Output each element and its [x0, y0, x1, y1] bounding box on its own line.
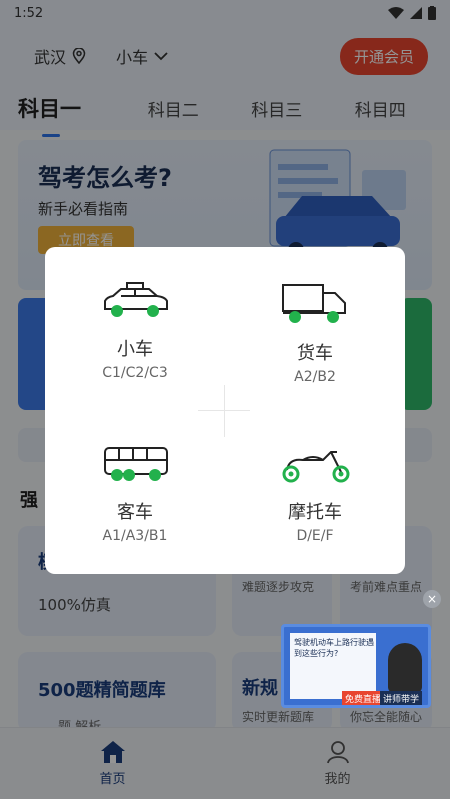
option-name: 摩托车: [288, 502, 342, 523]
option-code: D/E/F: [296, 528, 334, 544]
option-name: 客车: [117, 502, 153, 523]
ad-teacher-tag: 讲师带学: [380, 691, 423, 705]
motorcycle-icon: [282, 451, 350, 483]
option-truck[interactable]: 货车 A2/B2: [225, 247, 405, 410]
divider-vertical: [224, 385, 225, 437]
option-name: 货车: [297, 343, 333, 364]
bus-icon: [104, 447, 168, 481]
ad-text: 驾驶机动车上路行驶遇到这些行为?: [294, 638, 374, 658]
floating-ad[interactable]: 驾驶机动车上路行驶遇到这些行为? 免费直播中 讲师带学: [281, 624, 431, 708]
option-bus[interactable]: 客车 A1/A3/B1: [45, 410, 225, 573]
vehicle-type-popup: 小车 C1/C2/C3 货车 A2/B2 客车 A1/A3/B1 摩托车 D/E…: [45, 247, 405, 574]
taxi-car-icon: [104, 282, 168, 317]
truck-icon: [282, 284, 346, 323]
ad-close-button[interactable]: ×: [423, 590, 441, 608]
ad-presenter-image: [388, 643, 422, 693]
option-code: A1/A3/B1: [102, 528, 168, 544]
option-motorcycle[interactable]: 摩托车 D/E/F: [225, 410, 405, 573]
option-name: 小车: [117, 339, 153, 360]
option-code: C1/C2/C3: [102, 365, 168, 381]
option-small-car[interactable]: 小车 C1/C2/C3: [45, 247, 225, 410]
option-code: A2/B2: [294, 369, 336, 385]
ad-board: 驾驶机动车上路行驶遇到这些行为?: [290, 633, 376, 699]
